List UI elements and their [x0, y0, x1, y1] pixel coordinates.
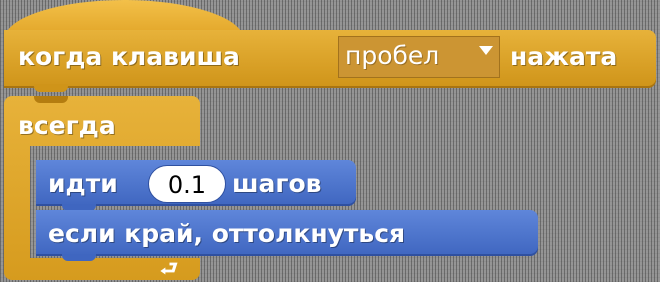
steps-value: 0.1: [167, 171, 207, 199]
bounce-block-connector: [62, 254, 96, 261]
hat-block-connector: [34, 84, 68, 92]
loop-arrow-icon: ⮐: [160, 256, 178, 280]
scripts-area[interactable]: когда клавиша пробел нажата всегда ⮐ идт…: [0, 0, 660, 282]
bounce-label: если край, оттолкнуться: [48, 219, 406, 248]
key-dropdown[interactable]: пробел: [338, 36, 500, 78]
dropdown-arrow-icon: [479, 46, 493, 55]
when-key-prefix-label: когда клавиша: [18, 42, 240, 71]
key-dropdown-value: пробел: [345, 41, 440, 70]
forever-label: всегда: [18, 111, 116, 140]
steps-input[interactable]: 0.1: [148, 165, 226, 203]
move-prefix-label: идти: [48, 169, 118, 198]
when-key-suffix-label: нажата: [510, 42, 618, 71]
forever-block-notch: [34, 96, 68, 103]
move-suffix-label: шагов: [232, 169, 322, 198]
